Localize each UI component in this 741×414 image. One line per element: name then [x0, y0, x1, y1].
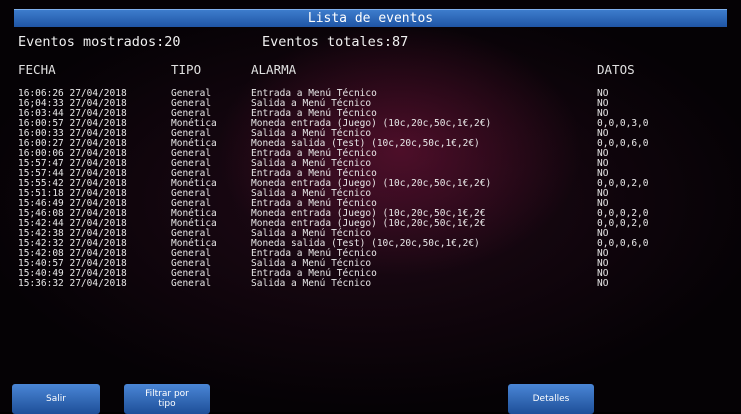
- event-row[interactable]: 15:36:32 27/04/2018 General Salida a Menú …: [18, 279, 728, 289]
- window-title: Lista de eventos: [14, 9, 727, 27]
- events-total-count: Eventos totales:87: [262, 34, 409, 50]
- event-list[interactable]: 16:06:26 27/04/2018 General Entrada a Menú…: [18, 89, 728, 289]
- column-header-datos: DATOS: [597, 62, 635, 77]
- event-data: NO: [597, 278, 609, 289]
- event-alarm: Salida a Menú Técnico: [251, 278, 372, 289]
- salir-button-label: Salir: [46, 394, 66, 404]
- detalles-button[interactable]: Detalles: [508, 384, 594, 414]
- event-date: 15:36:32 27/04/2018: [18, 278, 127, 289]
- detalles-button-label: Detalles: [532, 394, 570, 404]
- column-header-alarma: ALARMA: [251, 62, 297, 77]
- event-counts: Eventos mostrados:20 Eventos totales:87: [18, 34, 408, 50]
- column-header-tipo: TIPO: [171, 62, 202, 77]
- filter-by-type-button[interactable]: Filtrar por tipo: [124, 384, 210, 414]
- filter-button-label-line2: tipo: [158, 399, 176, 409]
- events-shown-count: Eventos mostrados:20: [18, 34, 181, 50]
- filter-button-label-line1: Filtrar por: [145, 389, 189, 399]
- column-header-fecha: FECHA: [18, 62, 56, 77]
- event-type: General: [171, 278, 212, 289]
- salir-button[interactable]: Salir: [12, 384, 100, 414]
